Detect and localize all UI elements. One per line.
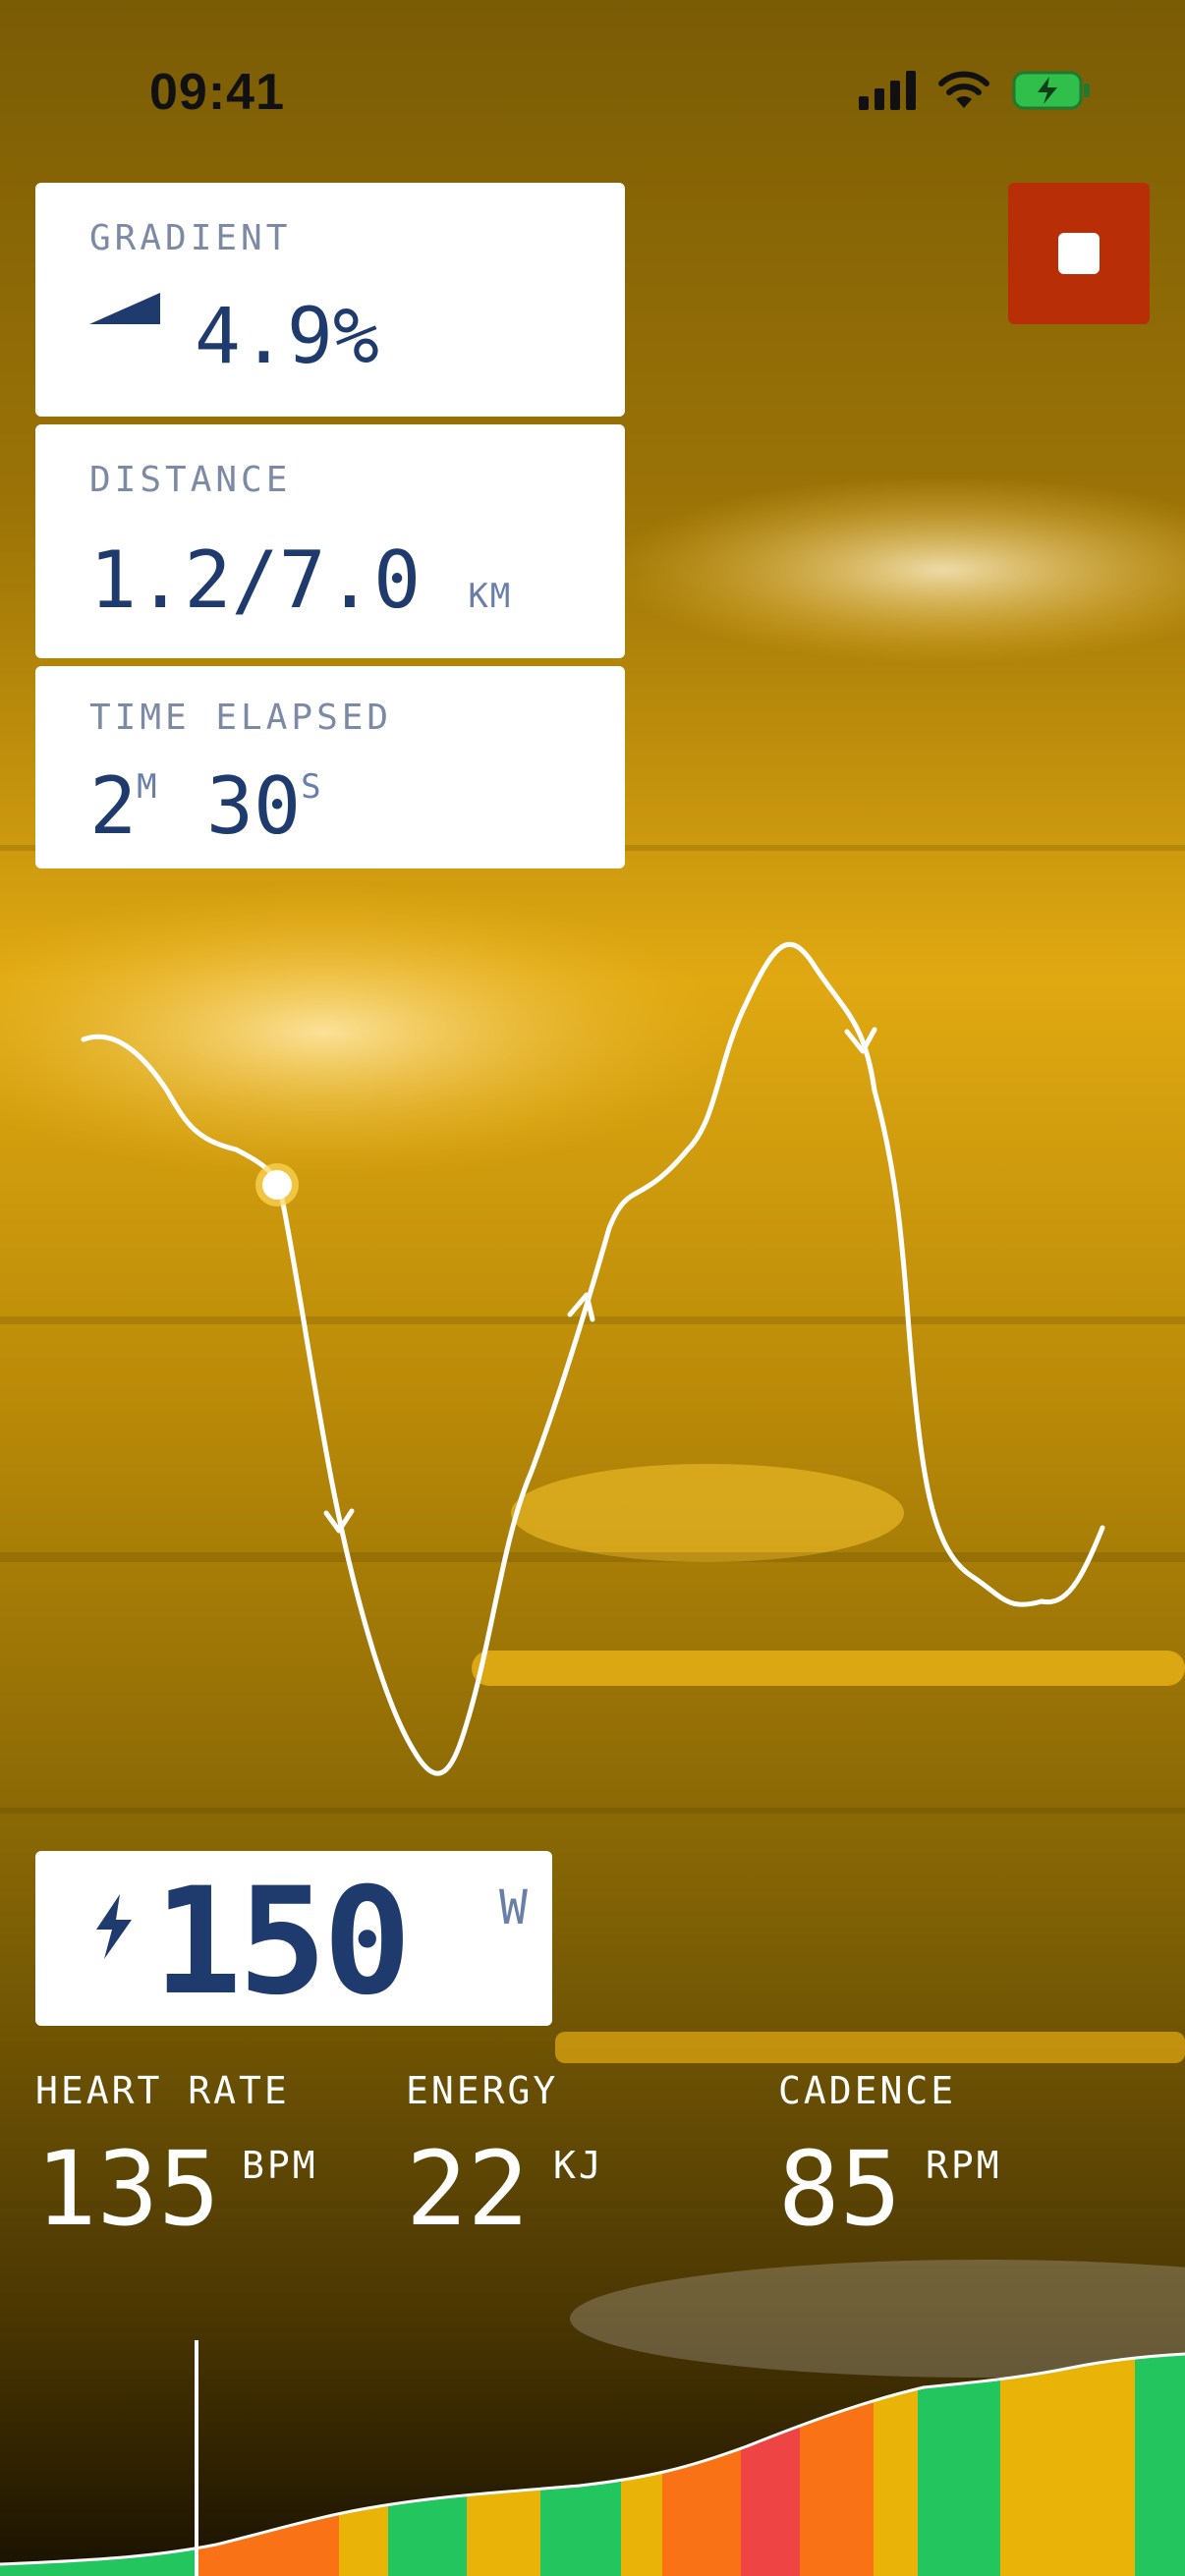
- heart-rate-label: HEART RATE: [35, 2069, 290, 2112]
- cadence-value: 85: [778, 2129, 902, 2249]
- power-unit: W: [499, 1880, 528, 1935]
- energy-value: 22: [406, 2129, 530, 2249]
- cadence-label: CADENCE: [778, 2069, 957, 2112]
- energy-metric: ENERGY 22 KJ: [406, 2069, 601, 2240]
- heart-rate-metric: HEART RATE 135 BPM: [35, 2069, 315, 2240]
- route-line: [81, 941, 1105, 1776]
- power-card: 150 W: [35, 1851, 552, 2026]
- current-position-dot: [262, 1170, 292, 1200]
- energy-unit: KJ: [553, 2144, 604, 2187]
- cadence-unit: RPM: [926, 2144, 1002, 2187]
- power-value: 150: [153, 1857, 412, 2028]
- energy-label: ENERGY: [406, 2069, 559, 2112]
- elevation-position-marker: [195, 2340, 198, 2576]
- heart-rate-value: 135: [35, 2129, 220, 2249]
- cadence-metric: CADENCE 85 RPM: [778, 2069, 999, 2240]
- lightning-icon: [96, 1894, 132, 1959]
- heart-rate-unit: BPM: [242, 2144, 318, 2187]
- elevation-profile: [0, 2340, 1185, 2576]
